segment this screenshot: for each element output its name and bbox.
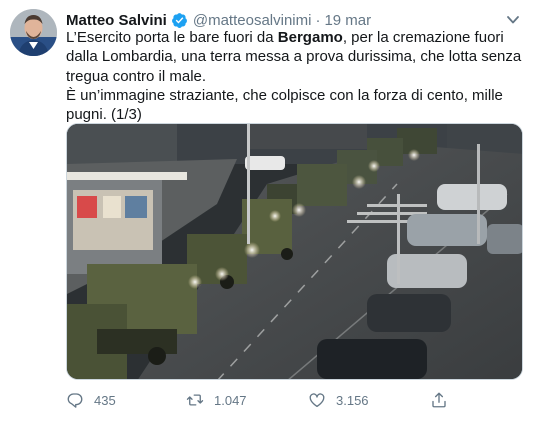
share-icon bbox=[432, 392, 446, 408]
reply-icon bbox=[67, 393, 83, 408]
author-handle[interactable]: @matteosalvinimi bbox=[193, 12, 312, 29]
tweet-text: L’Esercito porta le bare fuori da Bergam… bbox=[66, 28, 528, 124]
like-count: 3.156 bbox=[336, 392, 369, 408]
retweet-count: 1.047 bbox=[214, 392, 247, 408]
heart-icon bbox=[309, 393, 325, 408]
author-name[interactable]: Matteo Salvini bbox=[66, 12, 167, 29]
reply-count: 435 bbox=[94, 392, 116, 408]
reply-action[interactable]: 435 bbox=[66, 391, 116, 409]
verified-badge-icon bbox=[171, 12, 187, 28]
tweet-text-part1: L’Esercito porta le bare fuori da bbox=[66, 29, 278, 46]
avatar-image bbox=[10, 9, 57, 56]
tweet-date[interactable]: 19 mar bbox=[324, 12, 371, 29]
retweet-icon bbox=[186, 394, 204, 406]
tweet-header: Matteo Salvini @matteosalvinimi · 19 mar bbox=[66, 10, 371, 30]
header-separator: · bbox=[315, 11, 321, 29]
like-action[interactable]: 3.156 bbox=[308, 391, 369, 409]
photo-image bbox=[67, 124, 522, 379]
chevron-down-icon[interactable] bbox=[506, 14, 520, 26]
tweet-photo[interactable] bbox=[66, 123, 523, 380]
tweet-paragraph-2: È un’immagine straziante, che colpisce c… bbox=[66, 86, 503, 124]
tweet-paragraph-1: L’Esercito porta le bare fuori da Bergam… bbox=[66, 28, 528, 86]
tweet-text-bold: Bergamo bbox=[277, 29, 343, 46]
share-action[interactable] bbox=[430, 391, 458, 409]
action-bar: 435 1.047 3.156 bbox=[66, 391, 456, 411]
tweet-card[interactable]: Matteo Salvini @matteosalvinimi · 19 mar… bbox=[0, 0, 536, 422]
retweet-action[interactable]: 1.047 bbox=[186, 391, 247, 409]
avatar[interactable] bbox=[10, 9, 57, 56]
